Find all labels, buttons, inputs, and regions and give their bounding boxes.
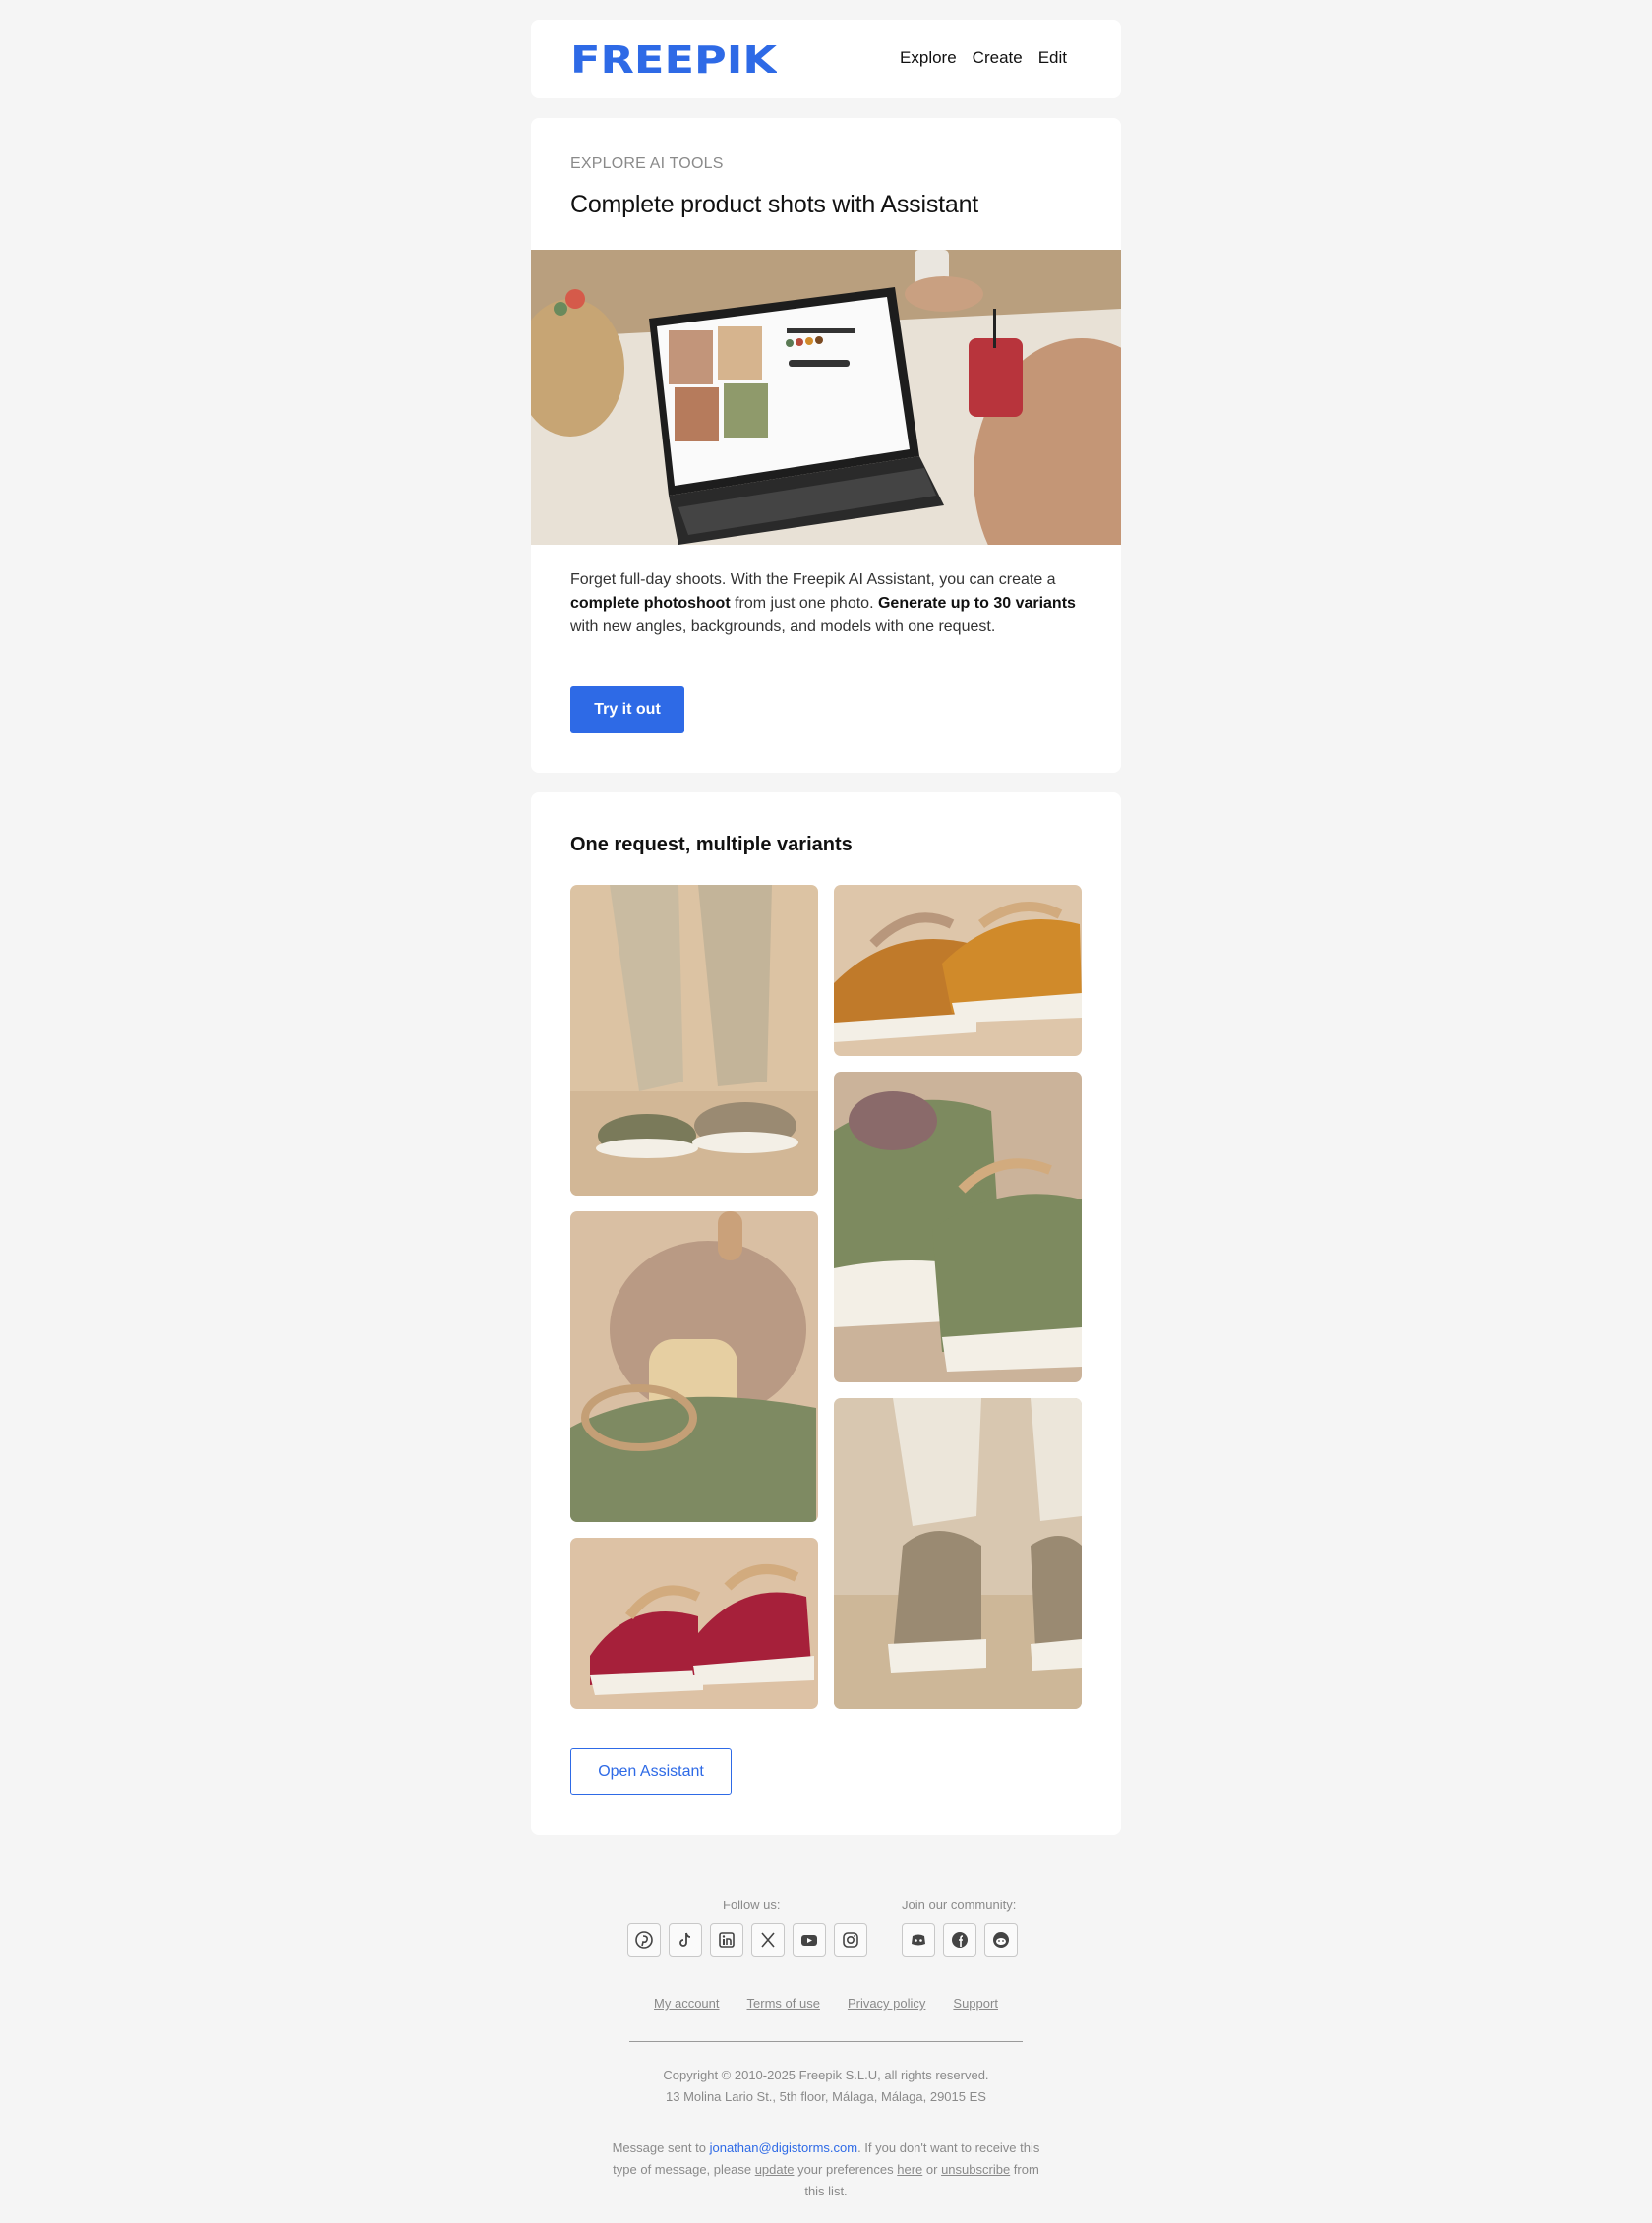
- footer-divider: [629, 2041, 1023, 2042]
- nav-create[interactable]: Create: [973, 48, 1023, 68]
- eyebrow-label: EXPLORE AI TOOLS: [570, 155, 724, 172]
- variants-card: One request, multiple variants Open Assi…: [531, 792, 1121, 1835]
- privacy-link[interactable]: Privacy policy: [848, 1996, 925, 2011]
- variant-image-5[interactable]: [570, 1538, 818, 1709]
- hero-body-text: with new angles, backgrounds, and models…: [570, 618, 996, 635]
- email-header: FREEPIK Explore Create Edit: [531, 20, 1121, 98]
- legal-text-part: Message sent to: [612, 2140, 710, 2155]
- here-link[interactable]: here: [897, 2162, 922, 2177]
- support-link[interactable]: Support: [953, 1996, 998, 2011]
- community-label: Join our community:: [902, 1898, 1017, 1912]
- legal-text: Message sent to jonathan@digistorms.com.…: [610, 2137, 1042, 2202]
- linkedin-icon[interactable]: [710, 1923, 743, 1957]
- nav-explore[interactable]: Explore: [900, 48, 957, 68]
- hero-body-text: from just one photo.: [730, 595, 878, 612]
- hero-image-laptop[interactable]: [531, 250, 1121, 545]
- legal-text-part: your preferences: [794, 2162, 898, 2177]
- reddit-icon[interactable]: [984, 1923, 1018, 1957]
- my-account-link[interactable]: My account: [654, 1996, 719, 2011]
- nav-edit[interactable]: Edit: [1038, 48, 1067, 68]
- youtube-icon[interactable]: [793, 1923, 826, 1957]
- variant-image-1[interactable]: [570, 885, 818, 1196]
- terms-link[interactable]: Terms of use: [747, 1996, 820, 2011]
- try-it-out-button[interactable]: Try it out: [570, 686, 684, 733]
- top-nav: Explore Create Edit: [900, 48, 1067, 68]
- variant-image-4[interactable]: [834, 1072, 1082, 1382]
- hero-body-text: Forget full-day shoots. With the Freepik…: [570, 571, 1056, 588]
- hero-body-bold: Generate up to 30 variants: [877, 595, 1076, 612]
- variant-image-6[interactable]: [834, 1398, 1082, 1709]
- open-assistant-button[interactable]: Open Assistant: [570, 1748, 732, 1795]
- email-link[interactable]: jonathan@digistorms.com: [710, 2140, 857, 2155]
- variant-image-2[interactable]: [834, 885, 1082, 1056]
- pinterest-icon[interactable]: [627, 1923, 661, 1957]
- instagram-icon[interactable]: [834, 1923, 867, 1957]
- variant-image-3[interactable]: [570, 1211, 818, 1522]
- facebook-icon[interactable]: [943, 1923, 976, 1957]
- hero-body: Forget full-day shoots. With the Freepik…: [570, 568, 1082, 639]
- community-icons: [902, 1923, 1018, 1957]
- hero-title: Complete product shots with Assistant: [570, 191, 979, 218]
- hero-body-bold: complete photoshoot: [570, 595, 731, 612]
- x-icon[interactable]: [751, 1923, 785, 1957]
- variants-title: One request, multiple variants: [570, 834, 853, 855]
- hero-card: EXPLORE AI TOOLS Complete product shots …: [531, 118, 1121, 773]
- update-link[interactable]: update: [755, 2162, 795, 2177]
- unsubscribe-link[interactable]: unsubscribe: [941, 2162, 1010, 2177]
- follow-us-label: Follow us:: [723, 1898, 781, 1912]
- footer-links: My account Terms of use Privacy policy S…: [531, 1996, 1121, 2011]
- tiktok-icon[interactable]: [669, 1923, 702, 1957]
- social-icons: [627, 1923, 867, 1957]
- copyright-text: Copyright © 2010-2025 Freepik S.L.U, all…: [663, 2068, 989, 2082]
- address-text: 13 Molina Lario St., 5th floor, Málaga, …: [666, 2089, 986, 2104]
- copyright-block: Copyright © 2010-2025 Freepik S.L.U, all…: [531, 2065, 1121, 2108]
- svg-text:FREEPIK: FREEPIK: [570, 41, 777, 77]
- legal-text-part: or: [922, 2162, 942, 2177]
- freepik-logo[interactable]: FREEPIK: [570, 41, 777, 77]
- discord-icon[interactable]: [902, 1923, 935, 1957]
